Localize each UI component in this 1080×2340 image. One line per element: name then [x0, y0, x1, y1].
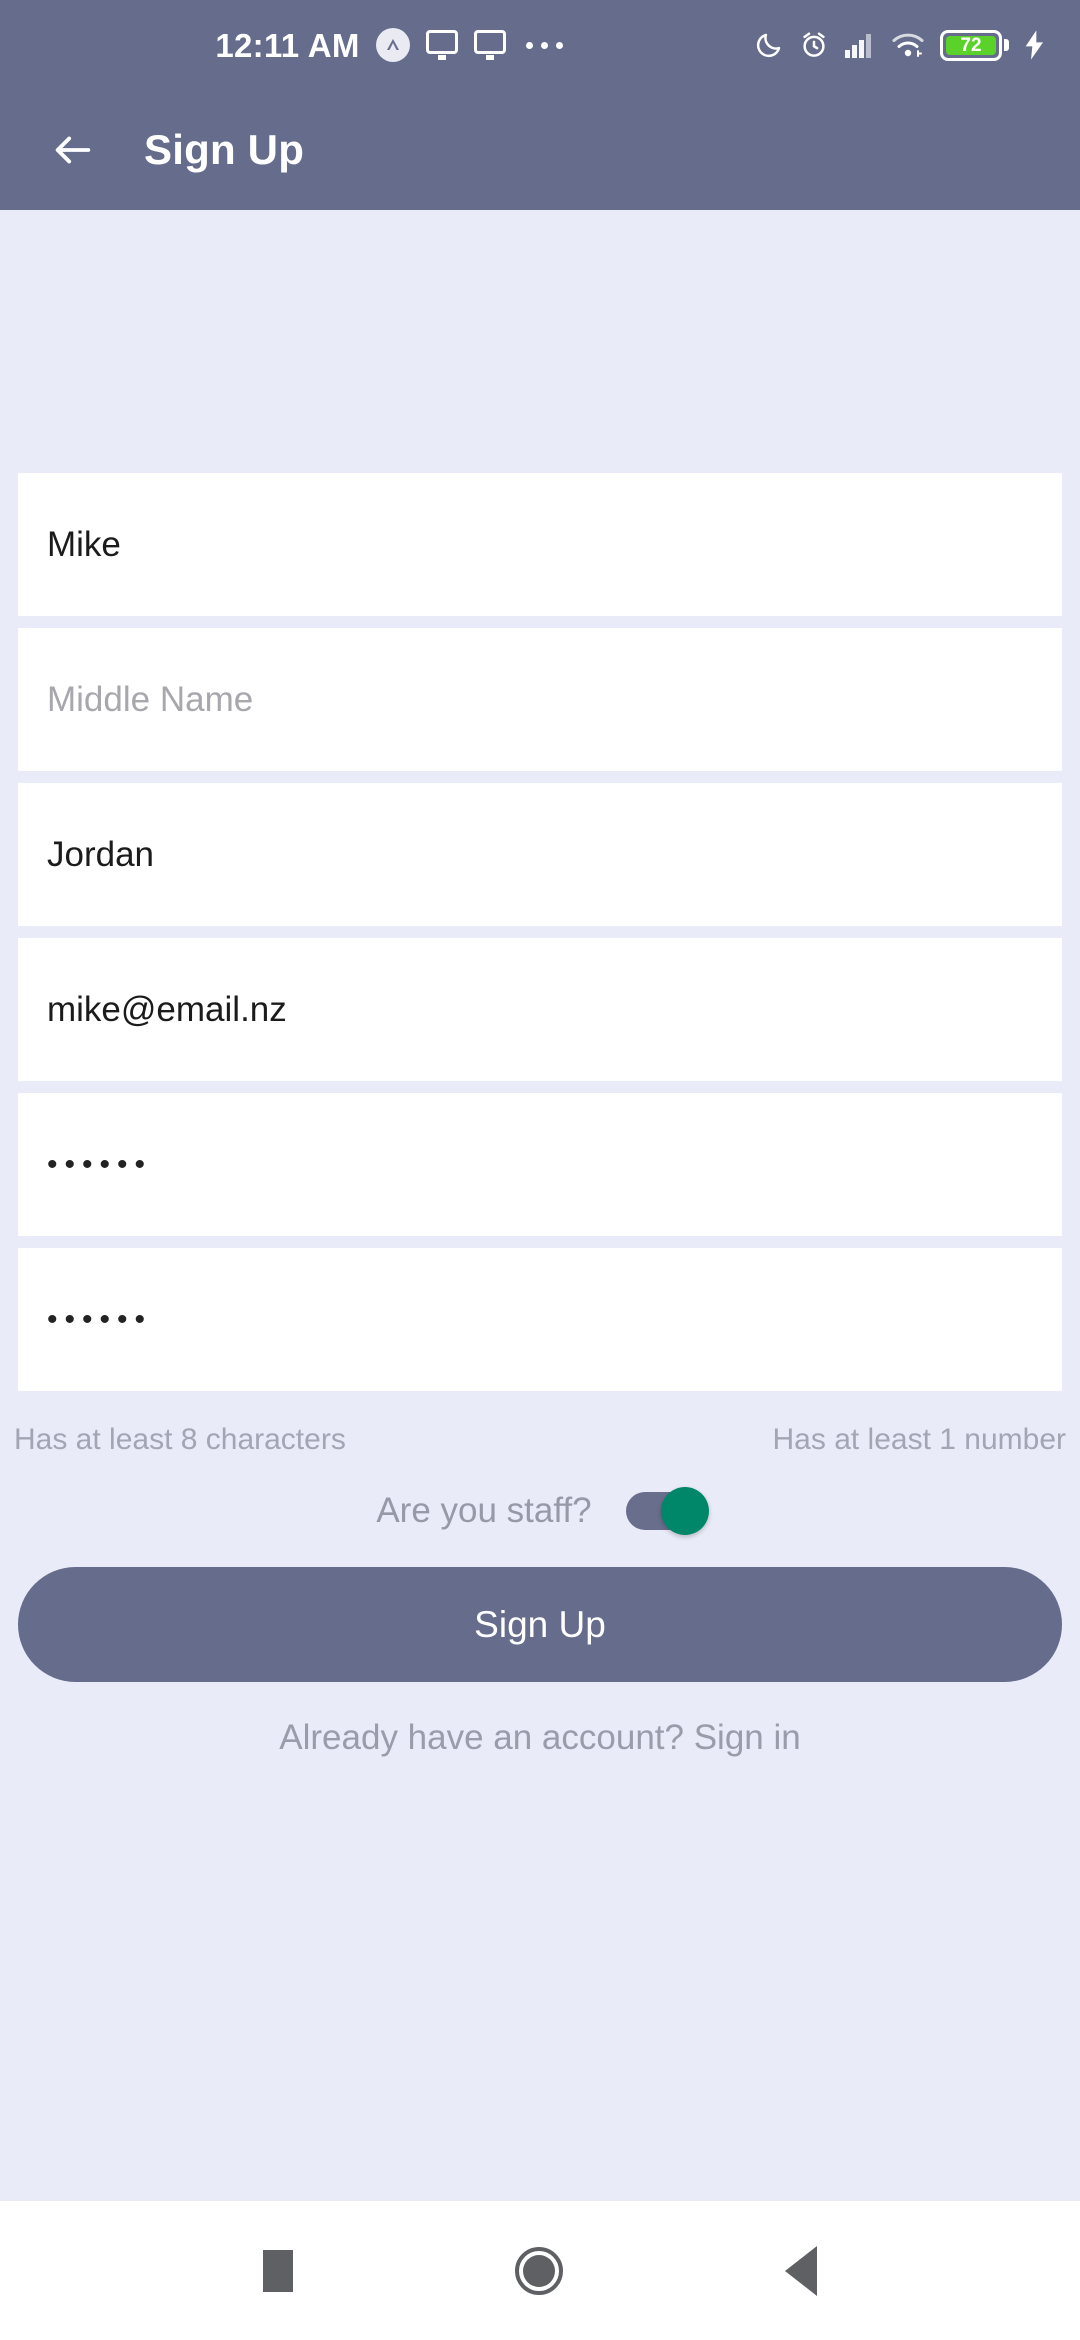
confirm-password-field[interactable]: ••••••: [18, 1248, 1062, 1391]
form-fields: Mike Middle Name Jordan mike@email.nz ••…: [0, 473, 1080, 1403]
status-bar-left: 12:11 AM: [24, 28, 754, 62]
toggle-thumb: [660, 1487, 709, 1535]
status-bar-clock: 12:11 AM: [215, 26, 360, 64]
alarm-clock-icon: [799, 30, 829, 60]
wifi-icon: [891, 31, 925, 59]
android-navigation-bar: [0, 2200, 1080, 2340]
hint-min-characters: Has at least 8 characters: [14, 1423, 346, 1456]
caret-up-badge-icon: [375, 28, 410, 62]
more-dots-icon: [525, 41, 563, 49]
cellular-signal-icon: [844, 31, 876, 59]
lightning-bolt-icon: [1024, 29, 1046, 61]
signin-link[interactable]: Already have an account? Sign in: [0, 1682, 1080, 1755]
app-bar: Sign Up: [0, 90, 1080, 210]
status-bar: 12:11 AM 72: [0, 0, 1080, 90]
battery-indicator: 72: [940, 29, 1009, 61]
first-name-value: Mike: [47, 525, 121, 564]
arrow-left-icon[interactable]: [50, 127, 96, 173]
status-bar-right: 72: [754, 29, 1046, 61]
circle-icon[interactable]: [515, 2246, 563, 2295]
submit-button-wrapper: Sign Up: [0, 1533, 1080, 1682]
staff-toggle-switch[interactable]: [625, 1487, 709, 1535]
email-field[interactable]: mike@email.nz: [18, 938, 1062, 1081]
password-value: ••••••: [47, 1147, 153, 1181]
first-name-field[interactable]: Mike: [18, 473, 1062, 616]
password-field[interactable]: ••••••: [18, 1093, 1062, 1236]
signup-form: Mike Middle Name Jordan mike@email.nz ••…: [0, 210, 1080, 2200]
battery-percent-label: 72: [946, 35, 996, 55]
square-icon[interactable]: [263, 2249, 293, 2292]
middle-name-placeholder: Middle Name: [47, 680, 254, 719]
confirm-password-value: ••••••: [47, 1302, 153, 1336]
staff-toggle-row: Are you staff?: [0, 1455, 1080, 1535]
form-top-spacer: [0, 210, 1080, 473]
staff-toggle-label: Are you staff?: [376, 1490, 592, 1530]
signup-button[interactable]: Sign Up: [18, 1567, 1062, 1682]
password-requirements: Has at least 8 characters Has at least 1…: [0, 1403, 1080, 1455]
last-name-field[interactable]: Jordan: [18, 783, 1062, 926]
monitor-icon: [425, 30, 458, 60]
last-name-value: Jordan: [47, 835, 155, 874]
moon-icon: [754, 30, 784, 60]
middle-name-field[interactable]: Middle Name: [18, 628, 1062, 771]
page-title: Sign Up: [144, 126, 305, 173]
phone-screen: 12:11 AM 72 Sign Up Mike Middle Name Jor…: [0, 0, 1080, 2340]
hint-min-number: Has at least 1 number: [772, 1423, 1066, 1456]
email-value: mike@email.nz: [47, 990, 287, 1029]
triangle-left-icon[interactable]: [785, 2245, 817, 2296]
monitor-icon: [473, 30, 506, 60]
